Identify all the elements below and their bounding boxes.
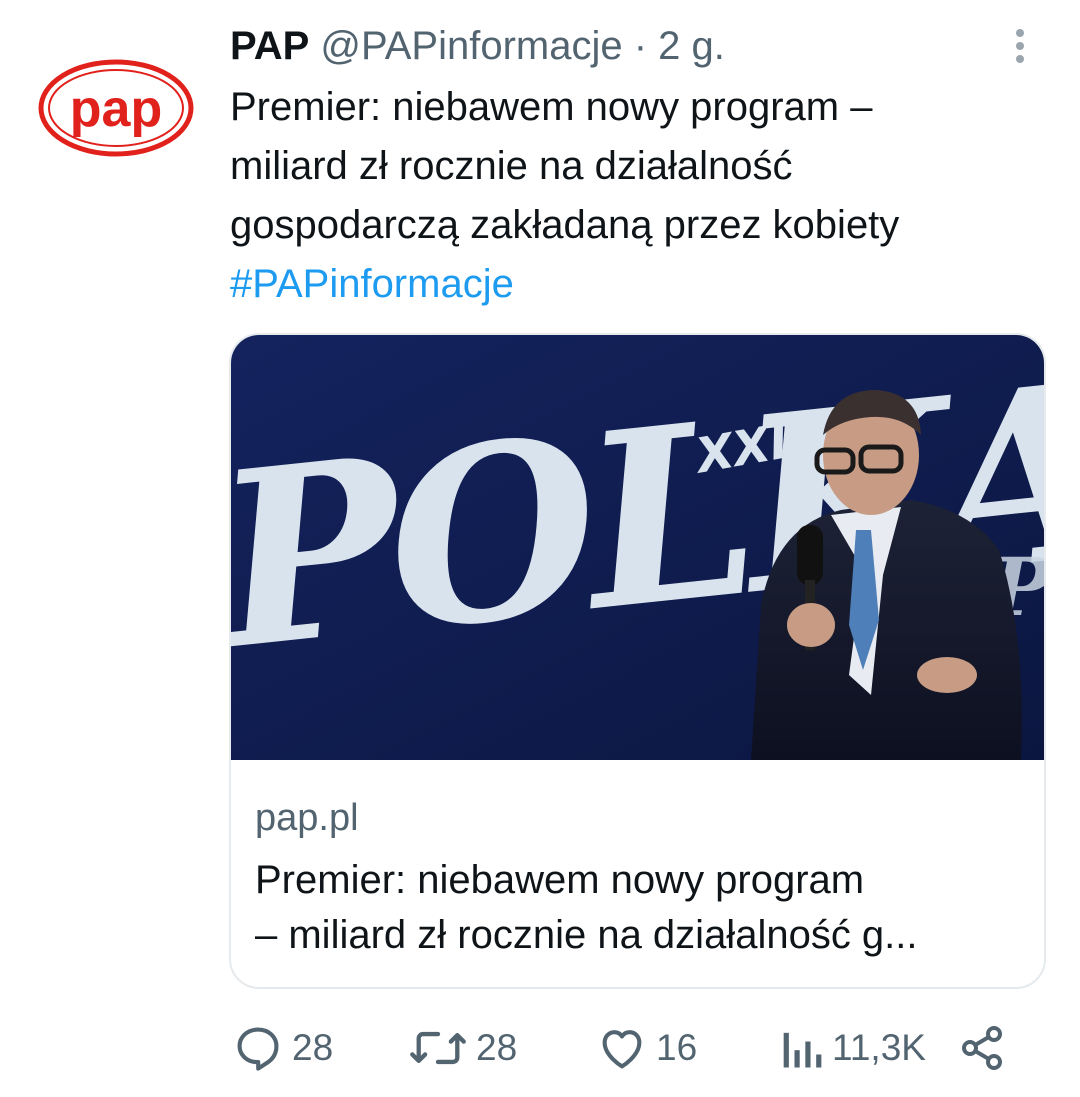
reply-icon	[237, 1027, 279, 1071]
share-icon	[962, 1026, 1002, 1070]
pap-logo: pap	[38, 59, 194, 157]
card-image: POLKA XXI P	[231, 335, 1044, 760]
like-button[interactable]: 16	[596, 1022, 697, 1074]
tweet-text-line: Premier: niebawem nowy program –	[230, 85, 873, 129]
more-vertical-icon[interactable]	[1006, 24, 1034, 68]
card-title-line: Premier: niebawem nowy program	[255, 858, 865, 902]
retweet-button[interactable]: 28	[408, 1022, 517, 1074]
card-domain: pap.pl	[255, 797, 359, 839]
reply-button[interactable]: 28	[232, 1022, 333, 1074]
tweet-text: Premier: niebawem nowy program – miliard…	[230, 78, 1030, 314]
timestamp[interactable]: 2 g.	[658, 24, 725, 68]
reply-count: 28	[292, 1027, 334, 1068]
retweet-icon	[410, 1031, 466, 1065]
tweet-text-line: miliard zł rocznie na działalność	[230, 144, 793, 188]
retweet-count: 28	[476, 1027, 518, 1068]
views-button[interactable]: 11,3K	[778, 1022, 926, 1074]
user-handle[interactable]: @PAPinformacje	[320, 24, 622, 68]
share-button[interactable]	[958, 1022, 1006, 1074]
avatar-logo-text: pap	[70, 80, 162, 138]
card-title-line: – miliard zł rocznie na działalność g...	[255, 913, 918, 957]
tweet-actions: 28 28 16 11,3K	[0, 1022, 1080, 1082]
tweet-header: PAP @PAPinformacje · 2 g.	[230, 22, 725, 70]
hashtag-link[interactable]: #PAPinformacje	[230, 255, 1030, 314]
display-name[interactable]: PAP	[230, 24, 309, 68]
like-icon	[602, 1030, 642, 1069]
tweet-text-line: gospodarczą zakładaną przez kobiety	[230, 203, 900, 247]
avatar[interactable]: pap	[36, 56, 196, 160]
like-count: 16	[656, 1027, 698, 1068]
views-count: 11,3K	[832, 1027, 926, 1068]
separator-dot: ·	[633, 24, 648, 68]
link-card[interactable]: POLKA XXI P pap.pl Premier: niebawem now…	[229, 333, 1046, 989]
card-title: Premier: niebawem nowy program – miliard…	[255, 853, 1025, 963]
views-icon	[783, 1032, 822, 1068]
